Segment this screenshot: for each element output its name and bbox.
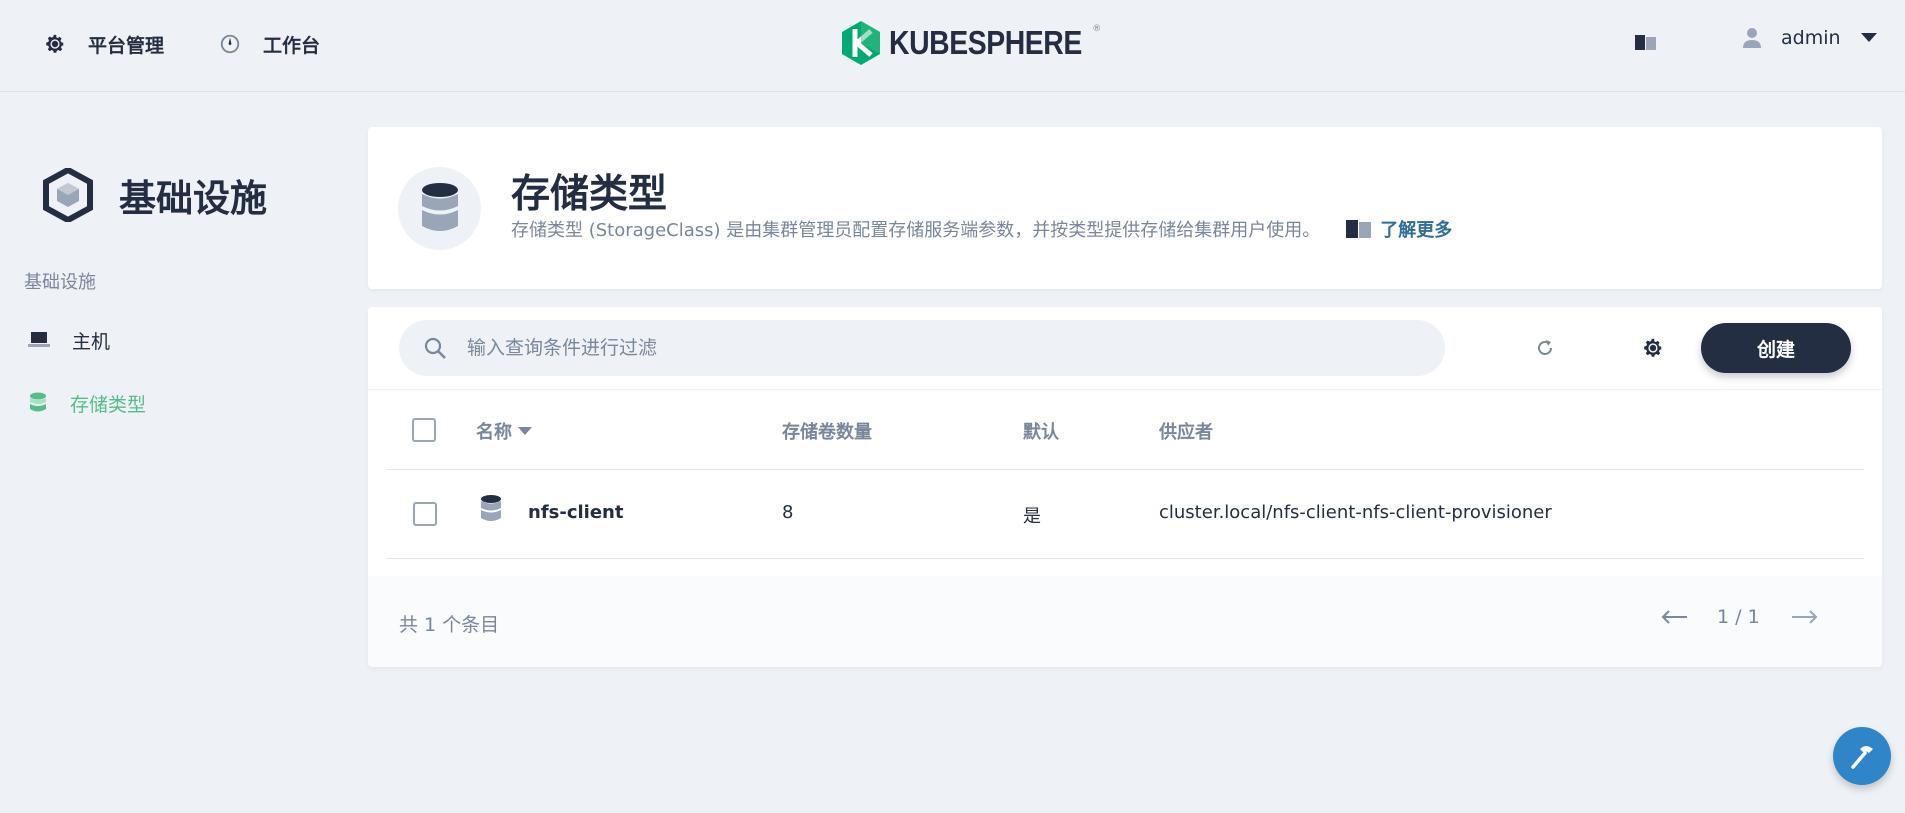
page-title: 存储类型 [511,172,668,217]
user-menu[interactable]: admin [1743,27,1877,49]
search-icon [423,336,447,360]
create-button[interactable]: 创建 [1701,323,1851,373]
list-footer: 共 1 个条目 1 / 1 [368,576,1882,667]
page-indicator: 1 / 1 [1717,606,1760,628]
database-icon [28,392,48,414]
page-banner: 存储类型 存储类型 (StorageClass) 是由集群管理员配置存储服务端参… [368,127,1882,289]
column-header-provisioner: 供应者 [1159,422,1213,443]
caret-down-icon [1860,33,1877,43]
arrow-left-icon [1661,610,1687,624]
total-count: 共 1 个条目 [399,614,500,636]
row-provisioner: cluster.local/nfs-client-nfs-client-prov… [1159,502,1552,523]
row-volume-count: 8 [782,502,794,523]
prev-page-button[interactable] [1661,610,1689,624]
user-avatar-icon [1743,27,1761,49]
storage-class-list-panel: 创建 名称 存储卷数量 默认 供应者 nfs-client 8 是 cluste… [368,307,1882,667]
search-bar[interactable] [399,320,1445,376]
refresh-button[interactable] [1528,331,1562,365]
gear-icon [44,33,66,55]
column-settings-button[interactable] [1636,331,1670,365]
database-icon [480,494,502,524]
logo-text: KUBESPHERE [889,24,1082,61]
refresh-icon [1535,338,1555,358]
logo-registered-mark: ® [1092,24,1102,34]
column-header-name-label: 名称 [476,422,512,443]
sidebar-item-storage-classes[interactable]: 存储类型 [28,386,146,420]
top-bar: 平台管理 工作台 KUBESPHERE ® admin [0,0,1905,92]
column-header-default: 默认 [1023,422,1059,443]
sidebar-item-hosts[interactable]: 主机 [28,323,110,357]
nav-workbench-label: 工作台 [263,34,321,57]
table-row[interactable]: nfs-client 8 是 cluster.local/nfs-client-… [386,470,1864,558]
storage-class-icon-wrap [398,167,481,250]
learn-more-label: 了解更多 [1380,220,1453,241]
toolbox-button[interactable] [1833,727,1891,785]
sidebar-group-label: 基础设施 [24,272,96,293]
book-icon [1346,219,1372,239]
cluster-cube-icon [43,168,93,222]
page-description: 存储类型 (StorageClass) 是由集群管理员配置存储服务端参数，并按类… [511,220,1321,241]
row-name-link[interactable]: nfs-client [528,502,623,523]
row-default: 是 [1023,506,1041,527]
search-input[interactable] [467,337,1367,359]
page-description-row: 存储类型 (StorageClass) 是由集群管理员配置存储服务端参数，并按类… [511,216,1452,242]
laptop-icon [28,331,50,349]
user-name: admin [1781,27,1841,49]
compass-icon [219,33,241,55]
sidebar-title-text: 基础设施 [119,177,267,220]
docs-icon[interactable] [1635,34,1657,52]
kubesphere-logo[interactable]: KUBESPHERE ® [841,20,1130,66]
column-header-volumes: 存储卷数量 [782,422,872,443]
hammer-icon [1847,741,1877,771]
pagination: 1 / 1 [1661,606,1818,628]
sidebar-title: 基础设施 [43,168,267,222]
next-page-button[interactable] [1790,610,1818,624]
sidebar-item-storage-classes-label: 存储类型 [70,393,147,416]
nav-platform-management[interactable]: 平台管理 [44,29,164,59]
arrow-right-icon [1791,610,1818,624]
list-toolbar: 创建 [368,307,1882,390]
learn-more-link[interactable]: 了解更多 [1346,216,1452,242]
gear-icon [1642,337,1664,359]
column-header-name[interactable]: 名称 [476,418,532,444]
select-all-checkbox[interactable] [412,418,436,442]
sidebar-item-hosts-label: 主机 [72,330,111,353]
database-icon [420,182,460,236]
row-checkbox[interactable] [413,502,437,526]
row-divider [386,558,1864,559]
nav-workbench[interactable]: 工作台 [219,29,320,59]
nav-platform-management-label: 平台管理 [88,34,165,57]
sort-caret-icon [518,427,532,435]
kubesphere-logo-icon [841,20,881,66]
